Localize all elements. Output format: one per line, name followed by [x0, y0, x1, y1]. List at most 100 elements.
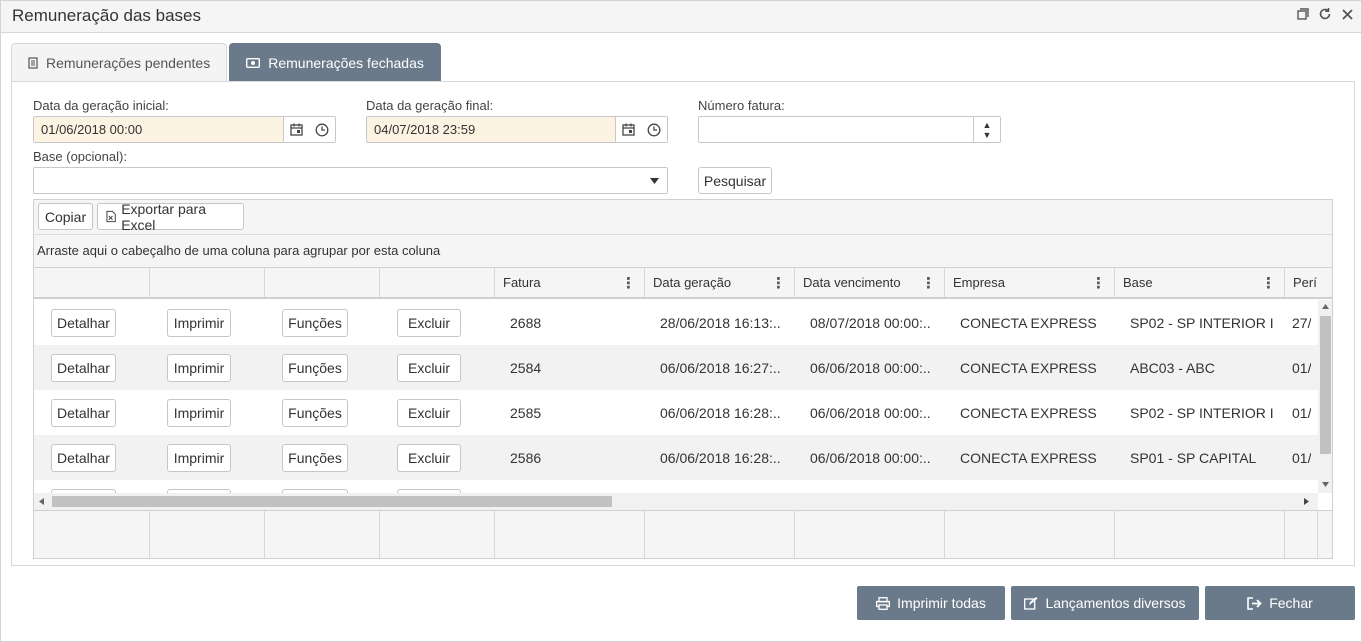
- column-menu-icon[interactable]: ⋮: [1091, 274, 1106, 292]
- table-row[interactable]: Detalhar Imprimir Funções Excluir 2688 2…: [34, 300, 1318, 345]
- number-stepper[interactable]: ▲ ▼: [973, 117, 1000, 142]
- vertical-scroll-thumb[interactable]: [1320, 316, 1331, 454]
- functions-button[interactable]: Funções: [282, 353, 348, 382]
- column-header-base[interactable]: Base ⋮: [1115, 268, 1285, 297]
- scroll-down-icon[interactable]: [1322, 482, 1329, 487]
- restore-icon[interactable]: [1295, 6, 1311, 22]
- grid-toolbar: Copiar Exportar para Excel: [34, 200, 1332, 235]
- cell-fatura: 2688: [510, 314, 542, 331]
- printer-icon: [876, 596, 891, 610]
- detail-button[interactable]: Detalhar: [51, 353, 116, 382]
- close-label: Fechar: [1269, 595, 1313, 611]
- column-header-data-geracao[interactable]: Data geração ⋮: [645, 268, 795, 297]
- delete-button[interactable]: Excluir: [397, 443, 461, 472]
- excel-icon: [106, 210, 116, 223]
- start-date-value: 01/06/2018 00:00: [41, 122, 143, 137]
- dropdown-arrow-icon[interactable]: [641, 168, 667, 193]
- print-button[interactable]: Imprimir: [167, 353, 231, 382]
- cell-periodo: 27/: [1292, 314, 1312, 331]
- functions-button[interactable]: Funções: [282, 443, 348, 472]
- column-menu-icon[interactable]: ⋮: [1261, 274, 1276, 292]
- functions-button[interactable]: Funções: [282, 308, 348, 337]
- delete-button[interactable]: Excluir: [397, 398, 461, 427]
- cell-data-geracao: 06/06/2018 16:28:...: [660, 449, 780, 466]
- print-all-label: Imprimir todas: [897, 595, 986, 611]
- table-row[interactable]: Detalhar Imprimir Funções Excluir 2584 0…: [34, 345, 1318, 390]
- calendar-icon[interactable]: [615, 117, 641, 142]
- horizontal-scroll-thumb[interactable]: [52, 496, 612, 507]
- detail-button[interactable]: Detalhar: [51, 308, 116, 337]
- cell-empresa: CONECTA EXPRESS: [960, 314, 1097, 331]
- column-header-periodo[interactable]: Perí: [1285, 268, 1332, 297]
- start-date-label: Data da geração inicial:: [33, 98, 169, 113]
- tab-closed-label: Remunerações fechadas: [268, 54, 424, 71]
- table-row[interactable]: Detalhar Imprimir Funções Excluir 2586 0…: [34, 435, 1318, 480]
- clock-icon[interactable]: [309, 117, 335, 142]
- print-button[interactable]: Imprimir: [167, 398, 231, 427]
- window-title: Remuneração das bases: [12, 6, 202, 25]
- tab-closed[interactable]: Remunerações fechadas: [229, 43, 441, 81]
- grid-body: Detalhar Imprimir Funções Excluir 2688 2…: [34, 300, 1318, 493]
- delete-button[interactable]: Excluir: [397, 353, 461, 382]
- base-select[interactable]: [33, 167, 668, 194]
- close-button[interactable]: Fechar: [1205, 586, 1355, 620]
- column-header-fatura[interactable]: Fatura ⋮: [495, 268, 645, 297]
- column-header-print: [150, 268, 265, 297]
- column-header-empresa[interactable]: Empresa ⋮: [945, 268, 1115, 297]
- cell-data-geracao: 28/06/2018 16:13:...: [660, 314, 780, 331]
- column-menu-icon[interactable]: ⋮: [771, 274, 786, 292]
- invoice-number-field[interactable]: ▲ ▼: [698, 116, 1001, 143]
- edit-icon: [1024, 596, 1038, 610]
- column-header-functions: [265, 268, 380, 297]
- column-header-empresa-label: Empresa: [953, 275, 1006, 290]
- column-header-data-vencimento-label: Data vencimento: [803, 275, 901, 290]
- print-button[interactable]: Imprimir: [167, 308, 231, 337]
- scroll-up-icon[interactable]: [1322, 304, 1329, 309]
- calendar-icon[interactable]: [283, 117, 309, 142]
- cell-data-vencimento: 06/06/2018 00:00:...: [810, 359, 930, 376]
- detail-button[interactable]: Detalhar: [51, 398, 116, 427]
- scroll-left-icon[interactable]: [39, 498, 44, 505]
- end-date-field[interactable]: 04/07/2018 23:59: [366, 116, 668, 143]
- invoice-number-label: Número fatura:: [698, 98, 785, 113]
- export-excel-label: Exportar para Excel: [121, 200, 207, 233]
- column-menu-icon[interactable]: ⋮: [621, 274, 636, 292]
- clock-icon[interactable]: [641, 117, 667, 142]
- results-grid: Copiar Exportar para Excel Arraste aqui …: [33, 199, 1333, 559]
- tab-pending[interactable]: Remunerações pendentes: [11, 43, 228, 81]
- export-excel-button[interactable]: Exportar para Excel: [97, 200, 244, 233]
- cell-periodo: 01/: [1292, 359, 1312, 376]
- vertical-scrollbar[interactable]: [1318, 300, 1332, 493]
- cell-empresa: CONECTA EXPRESS: [960, 359, 1097, 376]
- end-date-value: 04/07/2018 23:59: [374, 122, 476, 137]
- search-button[interactable]: Pesquisar: [698, 167, 772, 194]
- cell-empresa: CONECTA EXPRESS: [960, 404, 1097, 421]
- cell-base: SP02 - SP INTERIOR I: [1130, 404, 1274, 421]
- table-row[interactable]: [34, 480, 1318, 493]
- group-panel[interactable]: Arraste aqui o cabeçalho de uma coluna p…: [34, 235, 1332, 268]
- horizontal-scrollbar[interactable]: [34, 493, 1318, 510]
- window: Remuneração das bases Remunerações pende…: [0, 0, 1362, 642]
- copy-button[interactable]: Copiar: [38, 203, 93, 230]
- cell-empresa: CONECTA EXPRESS: [960, 449, 1097, 466]
- stepper-down-icon[interactable]: ▼: [983, 130, 992, 140]
- grid-footer: [34, 510, 1332, 558]
- print-all-button[interactable]: Imprimir todas: [857, 586, 1005, 620]
- stepper-up-icon[interactable]: ▲: [983, 120, 992, 130]
- functions-button[interactable]: Funções: [282, 398, 348, 427]
- detail-button[interactable]: Detalhar: [51, 443, 116, 472]
- column-menu-icon[interactable]: ⋮: [921, 274, 936, 292]
- close-icon[interactable]: [1339, 6, 1355, 22]
- cell-data-geracao: 06/06/2018 16:27:...: [660, 359, 780, 376]
- start-date-field[interactable]: 01/06/2018 00:00: [33, 116, 336, 143]
- column-header-data-vencimento[interactable]: Data vencimento ⋮: [795, 268, 945, 297]
- table-row[interactable]: Detalhar Imprimir Funções Excluir 2585 0…: [34, 390, 1318, 435]
- delete-button[interactable]: Excluir: [397, 308, 461, 337]
- refresh-icon[interactable]: [1317, 6, 1333, 22]
- print-button[interactable]: Imprimir: [167, 443, 231, 472]
- misc-entries-button[interactable]: Lançamentos diversos: [1011, 586, 1199, 620]
- money-icon: [246, 57, 261, 68]
- cell-base: SP02 - SP INTERIOR I: [1130, 314, 1274, 331]
- scroll-right-icon[interactable]: [1304, 498, 1309, 505]
- cell-data-vencimento: 06/06/2018 00:00:...: [810, 404, 930, 421]
